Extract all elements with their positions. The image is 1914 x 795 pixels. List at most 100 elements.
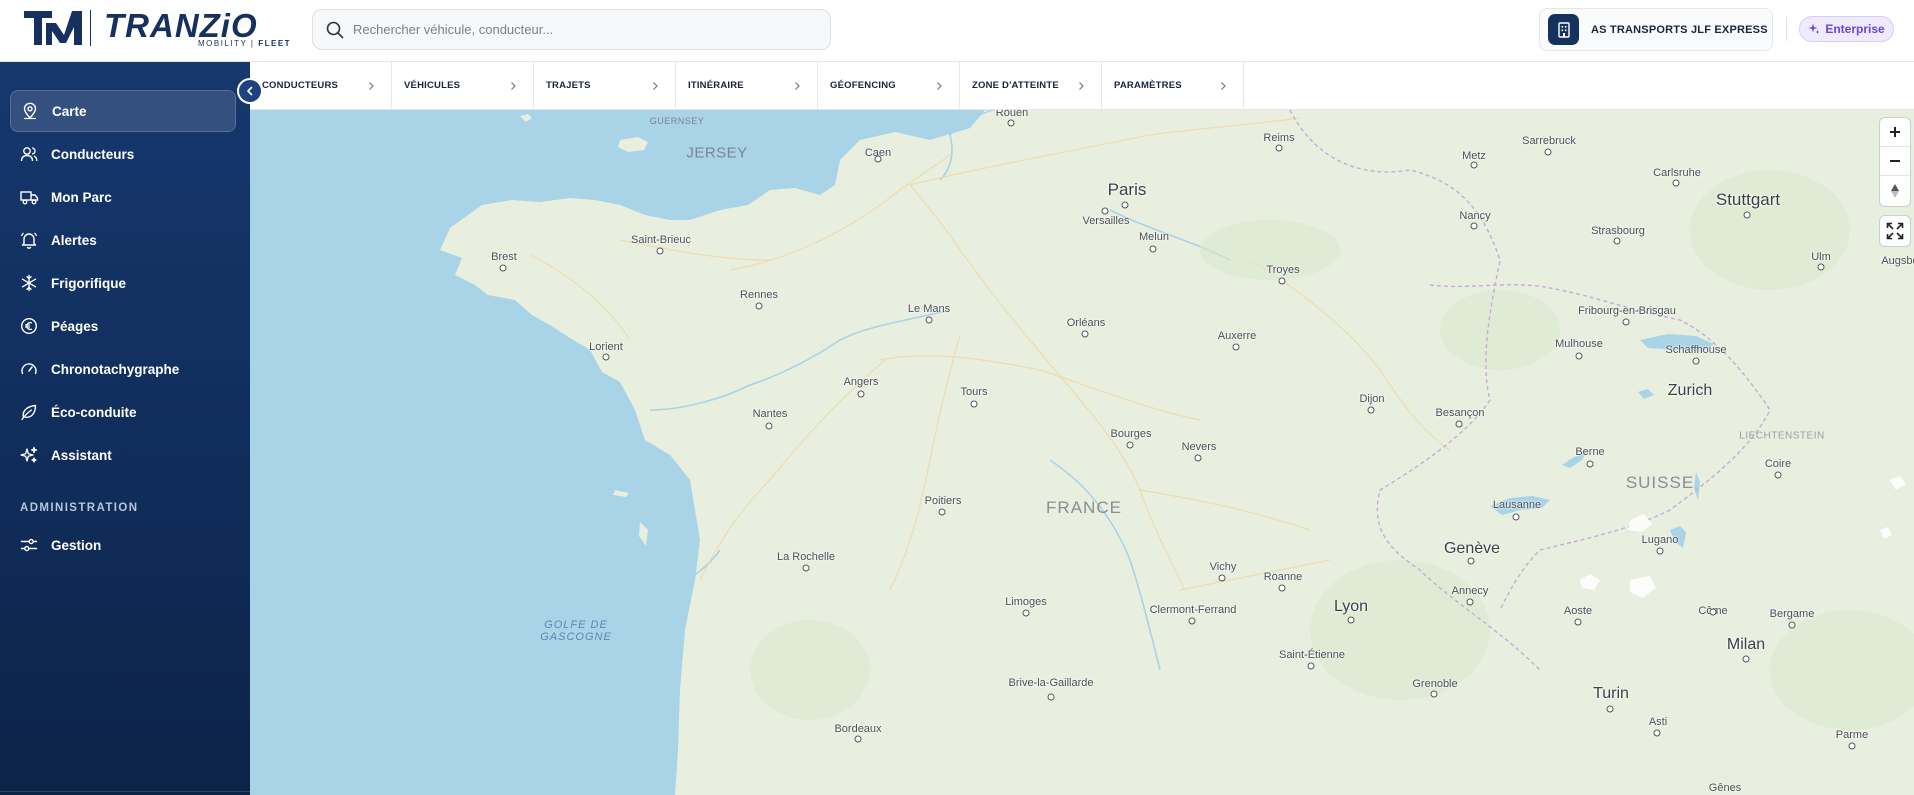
plan-label: Enterprise [1825, 22, 1885, 36]
city-reims[interactable]: Reims [1263, 132, 1294, 144]
city-metz[interactable]: Metz [1462, 150, 1486, 162]
tranzio-logo[interactable]: TRANZiO MOBILITY | FLEET [22, 7, 292, 48]
city-rennes[interactable]: Rennes [740, 289, 778, 301]
company-selector[interactable]: AS TRANSPORTS JLF EXPRESS [1539, 8, 1773, 51]
city-dot [1742, 655, 1750, 663]
city-strasbourg[interactable]: Strasbourg [1591, 225, 1645, 237]
sidebar: Carte Conducteurs Mon Parc Alertes Frigo… [0, 62, 250, 795]
city-turin[interactable]: Turin [1593, 685, 1629, 703]
tab-conducteurs[interactable]: CONDUCTEURS [250, 62, 392, 109]
city-dot [1275, 144, 1283, 152]
city-bergame[interactable]: Bergame [1770, 608, 1815, 620]
plan-badge[interactable]: Enterprise [1799, 16, 1894, 42]
city-dijon[interactable]: Dijon [1359, 393, 1384, 405]
city-parme[interactable]: Parme [1836, 729, 1868, 741]
sidebar-collapse-button[interactable] [237, 78, 263, 104]
city-genes[interactable]: Gênes [1709, 782, 1741, 794]
city-dot [1466, 598, 1474, 606]
tab-trajets[interactable]: TRAJETS [534, 62, 676, 109]
tab-label: PARAMÈTRES [1114, 80, 1182, 91]
city-sarrebruck[interactable]: Sarrebruck [1522, 135, 1576, 147]
city-geneve[interactable]: Genève [1444, 540, 1500, 558]
city-brive[interactable]: Brive-la-Gaillarde [1009, 677, 1094, 689]
city-nancy[interactable]: Nancy [1459, 210, 1490, 222]
city-vichy[interactable]: Vichy [1210, 561, 1237, 573]
city-ulm[interactable]: Ulm [1811, 251, 1831, 263]
city-mulhouse[interactable]: Mulhouse [1555, 338, 1603, 350]
map-label-jersey: JERSEY [686, 144, 748, 162]
city-saint-brieuc[interactable]: Saint-Brieuc [631, 234, 691, 246]
sidebar-item-alertes[interactable]: Alertes [10, 219, 236, 261]
city-la-rochelle[interactable]: La Rochelle [777, 551, 835, 563]
city-dot [1347, 616, 1355, 624]
city-troyes[interactable]: Troyes [1266, 264, 1299, 276]
sidebar-item-assistant[interactable]: Assistant [10, 434, 236, 476]
city-stuttgart[interactable]: Stuttgart [1716, 190, 1780, 210]
city-dot [1467, 557, 1475, 565]
search-input[interactable] [353, 22, 813, 37]
city-lyon[interactable]: Lyon [1334, 598, 1368, 616]
city-tours[interactable]: Tours [961, 386, 988, 398]
city-limoges[interactable]: Limoges [1005, 596, 1047, 608]
city-le-mans[interactable]: Le Mans [908, 303, 950, 315]
bell-icon [19, 230, 39, 250]
zoom-in-button[interactable] [1880, 118, 1910, 147]
city-dot [1278, 277, 1286, 285]
sidebar-item-chronotachygraphe[interactable]: Chronotachygraphe [10, 348, 236, 390]
sidebar-item-eco-conduite[interactable]: Éco-conduite [10, 391, 236, 433]
city-roanne[interactable]: Roanne [1264, 571, 1303, 583]
city-lugano[interactable]: Lugano [1642, 534, 1679, 546]
city-angers[interactable]: Angers [844, 376, 879, 388]
fullscreen-button[interactable] [1880, 216, 1910, 246]
city-paris[interactable]: Paris [1108, 180, 1147, 200]
city-berne[interactable]: Berne [1575, 446, 1604, 458]
city-grenoble[interactable]: Grenoble [1412, 678, 1457, 690]
sparkle-icon [1808, 23, 1820, 34]
city-orleans[interactable]: Orléans [1067, 317, 1106, 329]
tab-itineraire[interactable]: ITINÉRAIRE [676, 62, 818, 109]
sidebar-item-mon-parc[interactable]: Mon Parc [10, 176, 236, 218]
compass-button[interactable] [1880, 176, 1910, 205]
sidebar-item-conducteurs[interactable]: Conducteurs [10, 133, 236, 175]
city-besancon[interactable]: Besançon [1436, 407, 1485, 419]
tab-geofencing[interactable]: GÉOFENCING [818, 62, 960, 109]
sidebar-item-frigorifique[interactable]: Frigorifique [10, 262, 236, 304]
sidebar-item-gestion[interactable]: Gestion [10, 524, 236, 566]
city-dot [1653, 729, 1661, 737]
city-fribourg[interactable]: Fribourg-en-Brisgau [1578, 305, 1676, 317]
sidebar-item-carte[interactable]: Carte [10, 90, 236, 132]
tab-parametres[interactable]: PARAMÈTRES [1102, 62, 1244, 109]
city-milan[interactable]: Milan [1727, 636, 1765, 654]
sidebar-item-peages[interactable]: Péages [10, 305, 236, 347]
city-versailles[interactable]: Versailles [1082, 215, 1129, 227]
city-auxerre[interactable]: Auxerre [1218, 330, 1257, 342]
city-zurich[interactable]: Zurich [1668, 382, 1712, 400]
city-coire[interactable]: Coire [1765, 458, 1791, 470]
city-augsbourg[interactable]: Augsbo [1881, 255, 1914, 267]
city-schaffhouse[interactable]: Schaffhouse [1666, 344, 1727, 356]
city-bourges[interactable]: Bourges [1111, 428, 1152, 440]
city-lausanne[interactable]: Lausanne [1493, 499, 1541, 511]
city-nevers[interactable]: Nevers [1182, 441, 1217, 453]
city-melun[interactable]: Melun [1139, 231, 1169, 243]
city-asti[interactable]: Asti [1649, 716, 1667, 728]
city-annecy[interactable]: Annecy [1452, 585, 1489, 597]
city-bordeaux[interactable]: Bordeaux [834, 723, 881, 735]
zoom-out-button[interactable] [1880, 147, 1910, 176]
city-clermont[interactable]: Clermont-Ferrand [1150, 604, 1237, 616]
fleet-map[interactable]: GUERNSEY JERSEY GOLFE DE GASCOGNE FRANCE … [250, 110, 1914, 795]
city-carlsruhe[interactable]: Carlsruhe [1653, 167, 1701, 179]
city-dot [1149, 245, 1157, 253]
city-dot [602, 353, 610, 361]
tab-zone-atteinte[interactable]: ZONE D'ATTEINTE [960, 62, 1102, 109]
city-rouen[interactable]: Rouen [996, 110, 1028, 119]
city-poitiers[interactable]: Poitiers [925, 495, 962, 507]
city-lorient[interactable]: Lorient [589, 341, 623, 353]
city-saint-etienne[interactable]: Saint-Étienne [1279, 649, 1345, 661]
tab-vehicules[interactable]: VÉHICULES [392, 62, 534, 109]
search-bar[interactable] [312, 9, 831, 50]
city-aoste[interactable]: Aoste [1564, 605, 1592, 617]
city-brest[interactable]: Brest [491, 251, 517, 263]
city-nantes[interactable]: Nantes [753, 408, 788, 420]
sidebar-item-label: Conducteurs [51, 146, 135, 162]
